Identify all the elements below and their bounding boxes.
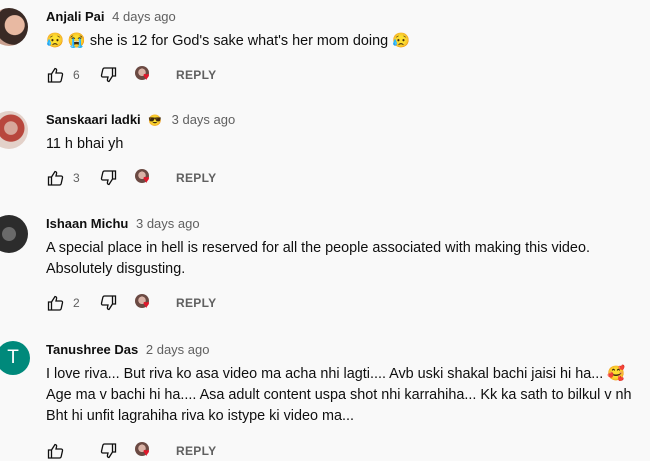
thumbs-up-icon[interactable] (46, 294, 64, 312)
comment-text-line: Bht hi unfit lagrahiha riva ko istype ki… (46, 408, 354, 424)
thumbs-down-icon[interactable] (99, 442, 117, 460)
heart-icon: ♥ (143, 71, 150, 83)
heart-icon: ♥ (143, 447, 150, 459)
comment-author[interactable]: Ishaan Michu (46, 216, 128, 231)
like-count: 6 (73, 68, 80, 82)
thumbs-up-icon[interactable] (46, 66, 64, 84)
comment-text-line: 11 h bhai yh (46, 136, 124, 152)
thumbs-down-icon[interactable] (99, 169, 117, 187)
author-emoji: 😎 (148, 115, 162, 127)
comment-text: 😥 😭 she is 12 for God's sake what's her … (46, 31, 410, 52)
thumbs-down-icon[interactable] (99, 294, 117, 312)
reply-button[interactable]: REPLY (176, 68, 216, 82)
creator-heart: ♥ (135, 294, 153, 312)
comment-text-line: 😥 😭 she is 12 for God's sake what's her … (46, 33, 410, 49)
comment-text-line: Absolutely disgusting. (46, 261, 186, 277)
comment-author[interactable]: Anjali Pai (46, 9, 105, 24)
creator-heart: ♥ (135, 66, 153, 84)
user-avatar[interactable] (0, 111, 28, 149)
reply-button[interactable]: REPLY (176, 444, 216, 458)
comment-text: A special place in hell is reserved for … (46, 238, 590, 280)
comment-text-line: Age ma v bachi hi ha.... Asa adult conte… (46, 387, 632, 403)
comment-text: 11 h bhai yh (46, 134, 123, 155)
thumbs-up-icon[interactable] (46, 169, 64, 187)
like-count: 3 (73, 171, 80, 185)
comment-timestamp[interactable]: 3 days ago (172, 112, 236, 127)
thumbs-down-icon[interactable] (99, 66, 117, 84)
reply-button[interactable]: REPLY (176, 171, 216, 185)
user-avatar[interactable] (0, 8, 28, 46)
creator-heart: ♥ (135, 442, 153, 460)
thumbs-up-icon[interactable] (46, 442, 64, 460)
heart-icon: ♥ (143, 299, 150, 311)
comment-timestamp[interactable]: 3 days ago (136, 216, 200, 231)
avatar-letter: T (7, 347, 19, 368)
comment-timestamp[interactable]: 4 days ago (112, 9, 176, 24)
comment-author[interactable]: Sanskaari ladki (46, 112, 141, 127)
letter-avatar[interactable]: T (0, 341, 30, 375)
user-avatar[interactable] (0, 215, 28, 253)
comment-text: I love riva... But riva ko asa video ma … (46, 364, 632, 427)
comment-text-line: A special place in hell is reserved for … (46, 240, 590, 256)
like-count: 2 (73, 296, 80, 310)
comment-text-line: I love riva... But riva ko asa video ma … (46, 366, 626, 382)
comment-timestamp[interactable]: 2 days ago (146, 342, 210, 357)
reply-button[interactable]: REPLY (176, 296, 216, 310)
comment-author[interactable]: Tanushree Das (46, 342, 138, 357)
heart-icon: ♥ (143, 174, 150, 186)
creator-heart: ♥ (135, 169, 153, 187)
